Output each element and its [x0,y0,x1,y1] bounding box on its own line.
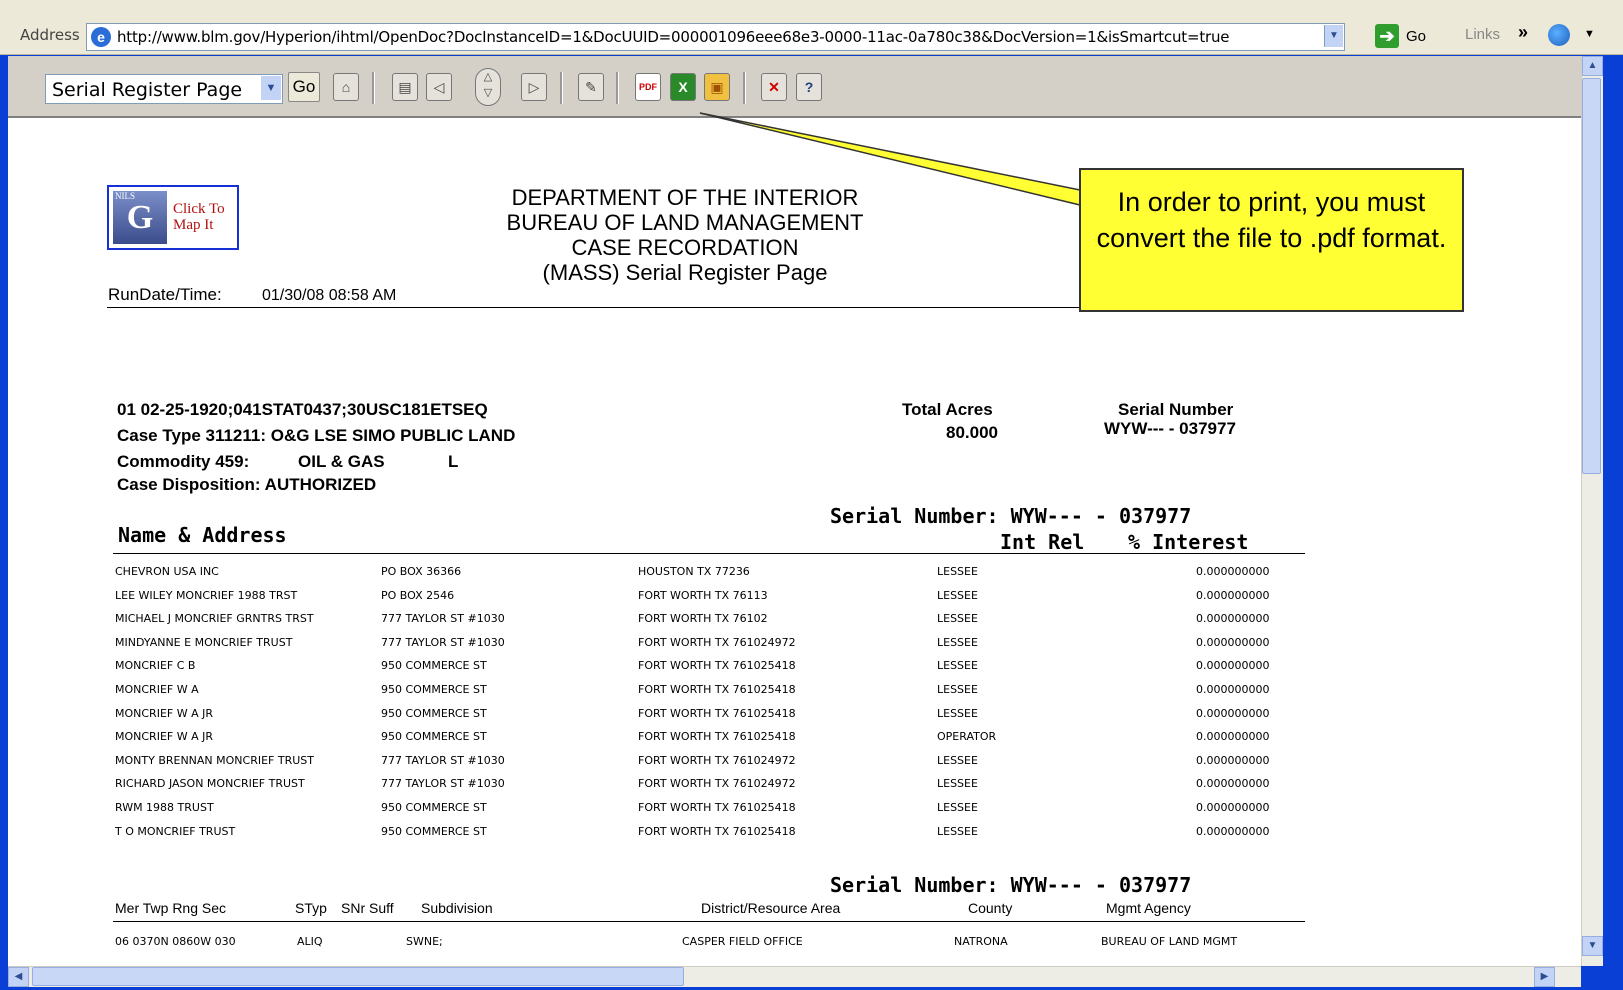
callout-pointer [699,112,1081,206]
print-instruction-callout: In order to print, you must convert the … [1079,168,1464,312]
